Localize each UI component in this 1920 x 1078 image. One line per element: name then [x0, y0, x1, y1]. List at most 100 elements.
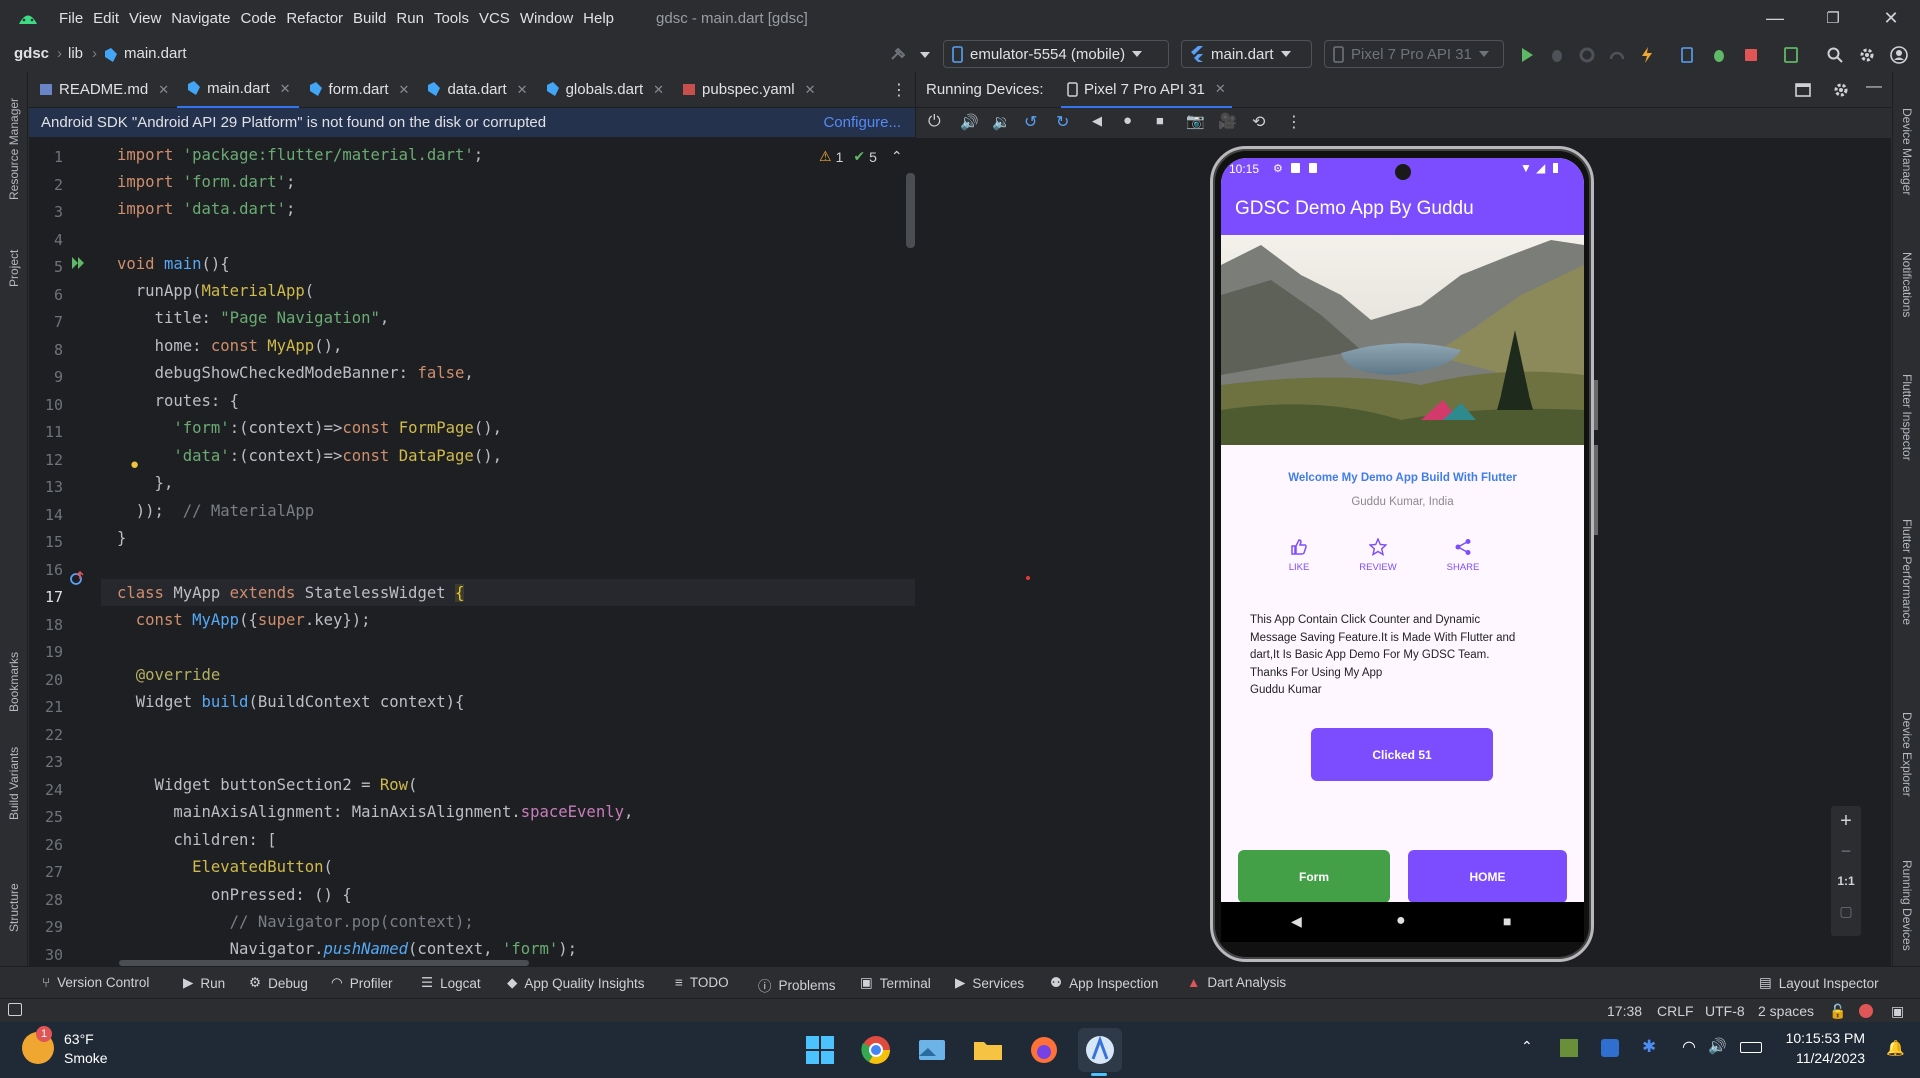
tool-version-control[interactable]: ⑂ Version Control — [42, 975, 149, 990]
nav-recents-icon[interactable]: ■ — [1503, 913, 1511, 929]
tool-build-variants[interactable]: Build Variants — [7, 747, 21, 820]
volume-up-icon[interactable]: 🔊 — [960, 113, 979, 131]
breadcrumb-file[interactable]: main.dart — [124, 45, 187, 62]
tool-bookmarks[interactable]: Bookmarks — [7, 652, 21, 712]
home-icon[interactable]: ● — [1123, 112, 1132, 129]
photos-icon[interactable] — [914, 1032, 950, 1068]
caret-position[interactable]: 17:38 — [1607, 1003, 1642, 1019]
close-icon[interactable]: ✕ — [280, 81, 291, 97]
tool-logcat[interactable]: ☰ Logcat — [421, 975, 481, 991]
configure-link[interactable]: Configure... — [823, 114, 901, 131]
memory-indicator-icon[interactable]: ▣ — [1891, 1003, 1904, 1020]
run-config-selector[interactable]: main.dart — [1181, 40, 1312, 68]
close-icon[interactable]: ✕ — [158, 82, 169, 98]
tool-device-explorer[interactable]: Device Explorer — [1900, 712, 1914, 797]
menu-code[interactable]: Code — [240, 10, 285, 27]
close-icon[interactable]: ✕ — [517, 82, 528, 98]
android-studio-icon[interactable] — [1082, 1032, 1118, 1068]
menu-help[interactable]: Help — [583, 10, 623, 27]
close-icon[interactable]: ✕ — [399, 82, 410, 98]
tab-pubspec[interactable]: pubspec.yaml ✕ — [672, 72, 823, 108]
tool-structure[interactable]: Structure — [7, 883, 21, 932]
gear-icon[interactable] — [1833, 82, 1849, 98]
device-mirror-icon[interactable] — [1782, 46, 1800, 64]
tab-main-dart[interactable]: main.dart ✕ — [177, 71, 299, 108]
menu-navigate[interactable]: Navigate — [171, 10, 239, 27]
home-button[interactable]: HOME — [1408, 850, 1567, 903]
reset-icon[interactable]: ⟲ — [1252, 112, 1265, 132]
form-button[interactable]: Form — [1238, 850, 1390, 903]
tool-todo[interactable]: ≡ TODO — [675, 975, 729, 990]
record-icon[interactable]: 🎥 — [1218, 112, 1237, 130]
overview-icon[interactable]: ■ — [1156, 113, 1164, 128]
review-action[interactable]: REVIEW — [1348, 538, 1408, 573]
clock-time[interactable]: 10:15:53 PM — [1785, 1030, 1865, 1046]
tool-layout-inspector[interactable]: ▤ Layout Inspector — [1759, 975, 1879, 991]
menu-refactor[interactable]: Refactor — [286, 10, 352, 27]
tool-profiler[interactable]: ◠ Profiler — [331, 975, 393, 991]
close-icon[interactable]: ✕ — [805, 82, 816, 98]
override-gutter-icon[interactable] — [69, 571, 85, 587]
file-encoding[interactable]: UTF-8 — [1705, 1003, 1745, 1019]
file-explorer-icon[interactable] — [970, 1032, 1006, 1068]
tab-form-dart[interactable]: form.dart ✕ — [299, 72, 418, 108]
code-editor[interactable]: 1 2 3 4 5 6 7 8 9 10 11 12 13 14 15 16 17 18 19 20 21 22 23 24 2… — [29, 138, 915, 966]
more-vertical-icon[interactable]: ⋮ — [1286, 112, 1302, 132]
breadcrumb-project[interactable]: gdsc — [14, 45, 49, 62]
tool-app-quality-insights[interactable]: ◆ App Quality Insights — [507, 975, 644, 991]
search-icon[interactable] — [1826, 46, 1844, 64]
windows-start-icon[interactable] — [802, 1032, 838, 1068]
tray-app-icon[interactable] — [1560, 1039, 1578, 1057]
inspection-widget[interactable]: ⚠1 ✔5 ⌃ ⌄ — [819, 148, 915, 165]
back-icon[interactable]: ◀ — [1092, 113, 1102, 129]
lock-icon[interactable]: 🔓 — [1829, 1003, 1846, 1020]
clock-date[interactable]: 11/24/2023 — [1785, 1050, 1865, 1066]
error-icon[interactable] — [1859, 1004, 1873, 1018]
like-action[interactable]: LIKE — [1269, 538, 1329, 573]
indent-setting[interactable]: 2 spaces — [1758, 1003, 1814, 1019]
tool-device-manager[interactable]: Device Manager — [1900, 108, 1914, 195]
nav-home-icon[interactable]: ● — [1396, 912, 1406, 930]
bluetooth-icon[interactable]: ✱ — [1642, 1037, 1656, 1057]
tab-pixel-device[interactable]: Pixel 7 Pro API 31 ✕ — [1061, 72, 1232, 108]
nav-back-icon[interactable]: ◀ — [1291, 913, 1302, 930]
breadcrumb-folder[interactable]: lib — [68, 45, 83, 62]
tab-globals-dart[interactable]: globals.dart ✕ — [536, 72, 672, 108]
firefox-icon[interactable] — [1026, 1032, 1062, 1068]
tool-flutter-inspector[interactable]: Flutter Inspector — [1900, 374, 1914, 461]
menu-build[interactable]: Build — [353, 10, 395, 27]
window-layout-icon[interactable] — [1795, 82, 1811, 98]
tool-terminal[interactable]: ▣ Terminal — [860, 975, 931, 991]
chevron-up-icon[interactable]: ⌃ — [891, 148, 903, 165]
rotate-left-icon[interactable]: ↺ — [1024, 112, 1037, 132]
tool-project[interactable]: Project — [7, 250, 21, 287]
hot-reload-icon[interactable] — [1638, 46, 1656, 64]
tool-services[interactable]: ▶ Services — [955, 975, 1024, 991]
zoom-actual-size-button[interactable]: 1:1 — [1831, 866, 1861, 896]
share-action[interactable]: SHARE — [1433, 538, 1493, 573]
vertical-scrollbar[interactable] — [906, 173, 915, 248]
fit-screen-icon[interactable]: ▢ — [1831, 896, 1861, 926]
tool-resource-manager[interactable]: Resource Manager — [7, 98, 21, 200]
avd-selector[interactable]: Pixel 7 Pro API 31 — [1324, 40, 1504, 68]
more-vertical-icon[interactable]: ⋮ — [891, 80, 907, 100]
run-gutter-icon[interactable] — [71, 256, 87, 270]
menu-run[interactable]: Run — [396, 10, 433, 27]
tool-debug[interactable]: ⚙ Debug — [249, 975, 308, 991]
volume-down-icon[interactable]: 🔉 — [992, 113, 1011, 131]
tool-run[interactable]: ▶ Run — [183, 975, 225, 991]
chrome-icon[interactable] — [858, 1032, 894, 1068]
volume-key[interactable] — [1594, 445, 1598, 535]
click-counter-button[interactable]: Clicked 51 — [1311, 728, 1493, 781]
tool-notifications[interactable]: Notifications — [1900, 252, 1914, 317]
menu-file[interactable]: File — [59, 10, 92, 27]
tab-data-dart[interactable]: data.dart ✕ — [417, 72, 535, 108]
tool-problems[interactable]: ⓘ Problems — [758, 975, 836, 995]
tab-readme[interactable]: README.md ✕ — [29, 72, 177, 108]
security-shield-icon[interactable] — [1601, 1039, 1619, 1057]
device-selector[interactable]: emulator-5554 (mobile) — [943, 40, 1169, 68]
tool-running-devices[interactable]: Running Devices — [1900, 860, 1914, 951]
tool-window-toggle-icon[interactable] — [8, 1003, 22, 1016]
battery-icon[interactable] — [1740, 1042, 1762, 1053]
chevron-down-icon[interactable] — [920, 52, 930, 58]
